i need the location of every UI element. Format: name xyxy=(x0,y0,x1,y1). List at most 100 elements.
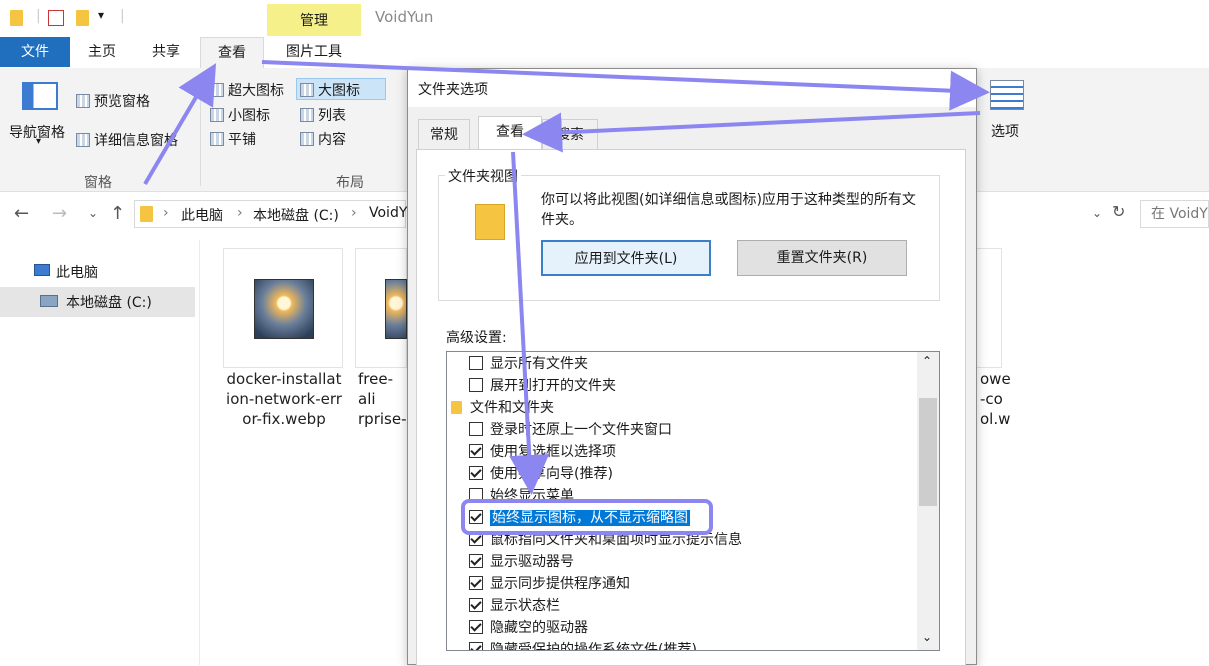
close-icon[interactable]: ✕ xyxy=(948,75,963,96)
contextual-tab-manage[interactable]: 管理 xyxy=(267,4,361,36)
setting-label: 使用复选框以选择项 xyxy=(490,444,616,460)
options-button[interactable]: 选项 xyxy=(991,121,1019,141)
recent-locations-chevron-icon[interactable]: ⌄ xyxy=(88,206,98,220)
tab-file[interactable]: 文件 xyxy=(0,37,70,67)
folder-icon xyxy=(140,206,153,222)
folder-options-dialog: 文件夹选项 ✕ 常规 查看 搜索 文件夹视图 你可以将此视图(如详细信息或图标)… xyxy=(407,68,977,666)
layout-label: 列表 xyxy=(318,108,346,124)
reset-folders-button[interactable]: 重置文件夹(R) xyxy=(737,240,907,276)
search-input[interactable]: 在 VoidY xyxy=(1140,200,1209,228)
refresh-icon[interactable]: ↻ xyxy=(1112,202,1125,221)
details-pane-button[interactable]: 详细信息窗格 xyxy=(76,130,178,150)
file-thumbnail[interactable] xyxy=(355,248,407,368)
breadcrumb-this-pc[interactable]: 此电脑 xyxy=(181,205,223,225)
setting-item[interactable]: 显示所有文件夹 xyxy=(469,353,588,375)
scroll-down-icon[interactable]: ⌄ xyxy=(922,630,932,644)
setting-item[interactable]: 显示驱动器号 xyxy=(469,551,574,573)
checkbox[interactable] xyxy=(469,356,483,370)
pane-divider xyxy=(199,240,200,665)
checkbox[interactable] xyxy=(469,620,483,634)
dialog-tab-search[interactable]: 搜索 xyxy=(542,119,598,149)
layout-content[interactable]: 内容 xyxy=(300,129,346,149)
navigation-pane-icon[interactable] xyxy=(22,82,58,110)
setting-label: 显示所有文件夹 xyxy=(490,356,588,372)
checkbox[interactable] xyxy=(469,444,483,458)
checkbox[interactable] xyxy=(469,422,483,436)
setting-label: 使用共享向导(推荐) xyxy=(490,466,613,482)
setting-item[interactable]: 显示同步提供程序通知 xyxy=(469,573,630,595)
setting-item[interactable]: 使用共享向导(推荐) xyxy=(469,463,613,485)
forward-arrow-icon[interactable]: → xyxy=(52,203,67,224)
options-icon[interactable] xyxy=(990,80,1024,110)
back-arrow-icon[interactable]: ← xyxy=(14,203,29,224)
folder-views-group: 文件夹视图 你可以将此视图(如详细信息或图标)应用于这种类型的所有文件夹。 应用… xyxy=(438,166,940,301)
layout-list[interactable]: 列表 xyxy=(300,105,346,125)
file-name[interactable]: docker-installat ion-network-err or-fix.… xyxy=(219,369,349,429)
quick-access-toolbar: | ▾ | xyxy=(0,0,1209,36)
breadcrumb-local-disk[interactable]: 本地磁盘 (C:) xyxy=(253,205,339,225)
layout-small-icons[interactable]: 小图标 xyxy=(210,105,270,125)
preview-pane-label: 预览窗格 xyxy=(94,94,150,110)
layout-label: 超大图标 xyxy=(228,83,284,99)
tab-share[interactable]: 共享 xyxy=(140,37,192,67)
tab-view[interactable]: 查看 xyxy=(200,37,264,69)
up-arrow-icon[interactable]: ↑ xyxy=(110,203,125,224)
address-dropdown-icon[interactable]: ⌄ xyxy=(1092,206,1102,220)
scrollbar-thumb[interactable] xyxy=(919,398,937,506)
content-icon xyxy=(300,132,314,146)
layout-tiles[interactable]: 平铺 xyxy=(210,129,256,149)
setting-item[interactable]: 显示状态栏 xyxy=(469,595,560,617)
checkbox[interactable] xyxy=(469,466,483,480)
breadcrumb-chevron-icon[interactable]: › xyxy=(351,205,357,221)
dialog-tab-view[interactable]: 查看 xyxy=(478,116,542,149)
details-pane-label: 详细信息窗格 xyxy=(94,133,178,149)
chevron-down-icon[interactable]: ▾ xyxy=(98,8,104,22)
details-pane-icon xyxy=(76,133,90,147)
properties-icon[interactable] xyxy=(48,10,64,26)
preview-pane-button[interactable]: 预览窗格 xyxy=(76,91,150,111)
checkbox[interactable] xyxy=(469,378,483,392)
checkbox[interactable] xyxy=(469,576,483,590)
dialog-tab-general[interactable]: 常规 xyxy=(418,119,470,149)
setting-label: 展开到打开的文件夹 xyxy=(490,378,616,394)
file-name[interactable]: owe -co ol.w xyxy=(980,369,1011,429)
advanced-settings-label: 高级设置: xyxy=(446,330,507,346)
folder-icon[interactable] xyxy=(10,10,23,26)
folder-view-icon xyxy=(475,204,505,240)
checkbox[interactable] xyxy=(469,554,483,568)
chevron-down-icon[interactable]: ▾ xyxy=(36,136,41,147)
scroll-up-icon[interactable]: ⌃ xyxy=(922,354,932,368)
layout-label: 内容 xyxy=(318,132,346,148)
layout-large-icons[interactable]: 大图标 xyxy=(300,80,360,100)
address-bar[interactable]: › 此电脑 › 本地磁盘 (C:) › VoidY xyxy=(134,200,407,228)
setting-label: 隐藏空的驱动器 xyxy=(490,620,588,636)
new-folder-icon[interactable] xyxy=(76,10,89,26)
group-label-panes: 窗格 xyxy=(84,175,112,191)
layout-label: 大图标 xyxy=(318,83,360,99)
apply-to-folders-button[interactable]: 应用到文件夹(L) xyxy=(541,240,711,276)
setting-category-label: 文件和文件夹 xyxy=(470,400,554,416)
file-name[interactable]: free-ali rprise- xyxy=(358,369,406,429)
breadcrumb-chevron-icon[interactable]: › xyxy=(163,205,169,221)
file-thumbnail[interactable] xyxy=(977,248,1002,368)
layout-extra-large-icons[interactable]: 超大图标 xyxy=(210,80,284,100)
nav-item-this-pc[interactable]: 此电脑 xyxy=(56,262,98,282)
breadcrumb-voidyun[interactable]: VoidY xyxy=(369,205,407,221)
setting-label: 显示同步提供程序通知 xyxy=(490,576,630,592)
tab-picture-tools[interactable]: 图片工具 xyxy=(272,37,356,67)
breadcrumb-chevron-icon[interactable]: › xyxy=(237,205,243,221)
setting-label: 显示状态栏 xyxy=(490,598,560,614)
file-thumbnail[interactable] xyxy=(223,248,343,368)
preview-pane-icon xyxy=(76,94,90,108)
image-thumbnail xyxy=(385,279,407,339)
setting-item[interactable]: 展开到打开的文件夹 xyxy=(469,375,616,397)
setting-item[interactable]: 隐藏受保护的操作系统文件(推荐) xyxy=(469,639,697,651)
setting-item[interactable]: 登录时还原上一个文件夹窗口 xyxy=(469,419,672,441)
drive-icon xyxy=(40,295,58,307)
setting-item[interactable]: 隐藏空的驱动器 xyxy=(469,617,588,639)
checkbox[interactable] xyxy=(469,598,483,612)
setting-label: 隐藏受保护的操作系统文件(推荐) xyxy=(490,642,697,651)
setting-item[interactable]: 使用复选框以选择项 xyxy=(469,441,616,463)
tab-home[interactable]: 主页 xyxy=(78,37,126,67)
checkbox[interactable] xyxy=(469,642,483,650)
